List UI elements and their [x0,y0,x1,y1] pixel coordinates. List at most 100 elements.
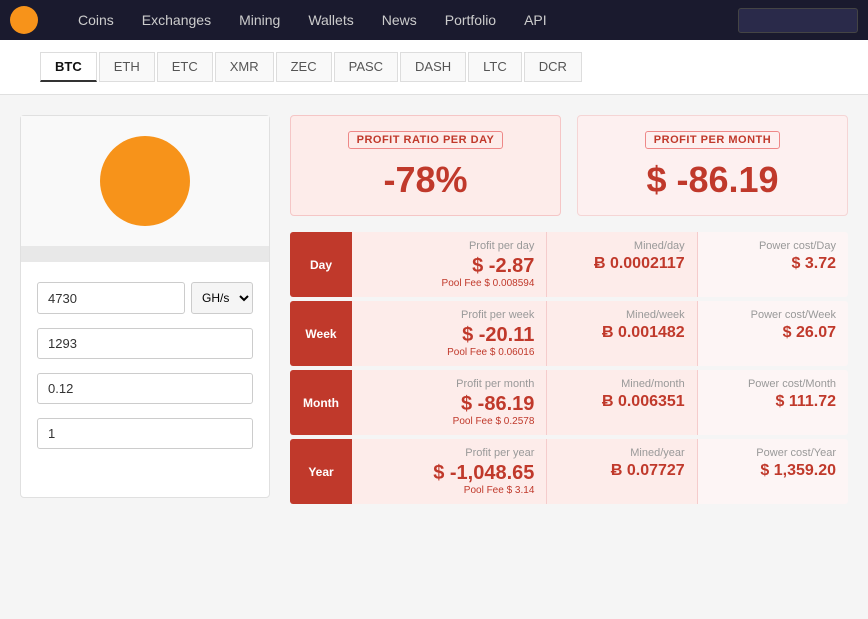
nav-links: CoinsExchangesMiningWalletsNewsPortfolio… [64,0,738,40]
nav-link-portfolio[interactable]: Portfolio [431,0,510,40]
currency-tab-pasc[interactable]: PASC [334,52,398,82]
currency-tab-dcr[interactable]: DCR [524,52,582,82]
pool-fee-year: Pool Fee $ 3.14 [364,485,534,496]
left-form: GH/s TH/s MH/s [21,262,269,477]
profit-card-label-0: PROFIT RATIO PER DAY [348,131,504,149]
search-input[interactable] [738,8,858,33]
power-cell-year: Power cost/Year $ 1,359.20 [698,439,848,504]
cells-day: Profit per day $ -2.87 Pool Fee $ 0.0085… [352,232,848,297]
data-row-day: Day Profit per day $ -2.87 Pool Fee $ 0.… [290,232,848,297]
data-row-week: Week Profit per week $ -20.11 Pool Fee $… [290,301,848,366]
nav-link-wallets[interactable]: Wallets [294,0,367,40]
cells-week: Profit per week $ -20.11 Pool Fee $ 0.06… [352,301,848,366]
mined-value-day: Ƀ 0.0002117 [559,255,684,273]
mined-cell-year: Mined/year Ƀ 0.07727 [547,439,697,504]
mined-label-day: Mined/day [559,240,684,252]
profit-cards: PROFIT RATIO PER DAY -78% PROFIT PER MON… [290,115,848,216]
nav-link-api[interactable]: API [510,0,561,40]
pool-fee-month: Pool Fee $ 0.2578 [364,416,534,427]
currency-tabs: BTCETHETCXMRZECPASCDASHLTCDCR [40,52,582,82]
mined-label-month: Mined/month [559,378,684,390]
power-value-year: $ 1,359.20 [710,462,836,480]
power-cell-week: Power cost/Week $ 26.07 [698,301,848,366]
power-label-year: Power cost/Year [710,447,836,459]
data-row-month: Month Profit per month $ -86.19 Pool Fee… [290,370,848,435]
currency-tab-etc[interactable]: ETC [157,52,213,82]
hashing-power-input[interactable] [37,282,185,314]
mined-label-week: Mined/week [559,309,684,321]
pool-fee-input[interactable] [37,418,253,449]
period-label-day: Day [290,232,352,297]
currency-tab-dash[interactable]: DASH [400,52,466,82]
main-content: GH/s TH/s MH/s PROFIT [0,95,868,528]
currency-tab-eth[interactable]: ETH [99,52,155,82]
cost-kwh-group [37,373,253,404]
data-rows: Day Profit per day $ -2.87 Pool Fee $ 0.… [290,232,848,504]
profit-value-week: $ -20.11 [364,324,534,347]
currency-tab-xmr[interactable]: XMR [215,52,274,82]
logo-icon [10,6,38,34]
profit-label-month: Profit per month [364,378,534,390]
profit-value-month: $ -86.19 [364,393,534,416]
nav-link-exchanges[interactable]: Exchanges [128,0,225,40]
power-value-day: $ 3.72 [710,255,836,273]
profit-value-year: $ -1,048.65 [364,462,534,485]
profit-card-1: PROFIT PER MONTH $ -86.19 [577,115,848,216]
power-label-day: Power cost/Day [710,240,836,252]
mined-cell-day: Mined/day Ƀ 0.0002117 [547,232,697,297]
nav-link-news[interactable]: News [368,0,431,40]
profit-cell-week: Profit per week $ -20.11 Pool Fee $ 0.06… [352,301,547,366]
mined-value-month: Ƀ 0.006351 [559,393,684,411]
profit-card-0: PROFIT RATIO PER DAY -78% [290,115,561,216]
currency-tab-ltc[interactable]: LTC [468,52,522,82]
profit-label-year: Profit per year [364,447,534,459]
nav-link-coins[interactable]: Coins [64,0,128,40]
profit-card-label-1: PROFIT PER MONTH [645,131,780,149]
period-label-month: Month [290,370,352,435]
right-panel: PROFIT RATIO PER DAY -78% PROFIT PER MON… [290,115,848,508]
power-label-week: Power cost/Week [710,309,836,321]
nav-search-area [738,8,858,33]
power-label-month: Power cost/Month [710,378,836,390]
pool-fee-week: Pool Fee $ 0.06016 [364,347,534,358]
profit-cell-month: Profit per month $ -86.19 Pool Fee $ 0.2… [352,370,547,435]
power-cell-month: Power cost/Month $ 111.72 [698,370,848,435]
power-value-week: $ 26.07 [710,324,836,342]
calculated-for [21,246,269,262]
power-consumption-group [37,328,253,359]
currency-tab-btc[interactable]: BTC [40,52,97,82]
profit-value-day: $ -2.87 [364,255,534,278]
profit-label-week: Profit per week [364,309,534,321]
profit-cell-day: Profit per day $ -2.87 Pool Fee $ 0.0085… [352,232,547,297]
mined-cell-week: Mined/week Ƀ 0.001482 [547,301,697,366]
cells-year: Profit per year $ -1,048.65 Pool Fee $ 3… [352,439,848,504]
profit-card-value-1: $ -86.19 [596,159,829,201]
left-panel: GH/s TH/s MH/s [20,115,270,498]
data-row-year: Year Profit per year $ -1,048.65 Pool Fe… [290,439,848,504]
mined-label-year: Mined/year [559,447,684,459]
power-value-month: $ 111.72 [710,393,836,411]
pool-fee-group [37,418,253,449]
btc-icon [100,136,190,226]
cells-month: Profit per month $ -86.19 Pool Fee $ 0.2… [352,370,848,435]
currency-tab-zec[interactable]: ZEC [276,52,332,82]
mined-value-week: Ƀ 0.001482 [559,324,684,342]
period-label-week: Week [290,301,352,366]
nav-link-mining[interactable]: Mining [225,0,294,40]
mined-cell-month: Mined/month Ƀ 0.006351 [547,370,697,435]
pool-fee-day: Pool Fee $ 0.008594 [364,278,534,289]
hashing-power-row: GH/s TH/s MH/s [37,282,253,314]
period-label-year: Year [290,439,352,504]
coin-icon-area [21,116,269,246]
cost-kwh-input[interactable] [37,373,253,404]
power-consumption-input[interactable] [37,328,253,359]
logo[interactable] [10,6,44,34]
power-cell-day: Power cost/Day $ 3.72 [698,232,848,297]
hashing-power-group: GH/s TH/s MH/s [37,282,253,314]
profit-label-day: Profit per day [364,240,534,252]
profit-cell-year: Profit per year $ -1,048.65 Pool Fee $ 3… [352,439,547,504]
hashing-power-unit[interactable]: GH/s TH/s MH/s [191,282,253,314]
navbar: CoinsExchangesMiningWalletsNewsPortfolio… [0,0,868,40]
currency-header: BTCETHETCXMRZECPASCDASHLTCDCR [0,40,868,95]
profit-card-value-0: -78% [309,159,542,201]
